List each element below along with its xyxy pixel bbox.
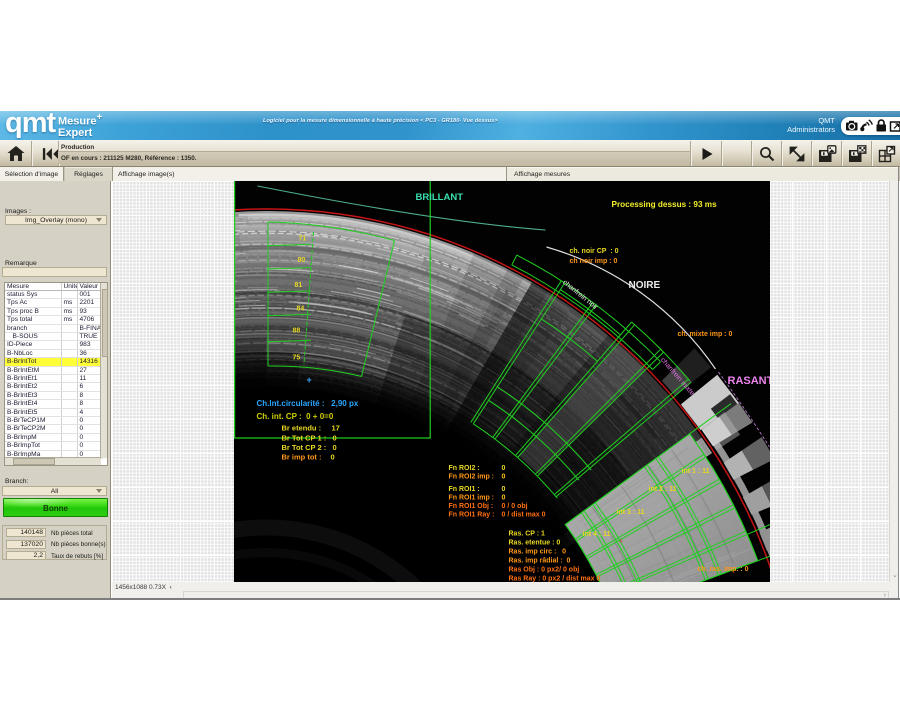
svg-text:Ras Ray : 0 px2 / dist max 0: Ras Ray : 0 px2 / dist max 0 bbox=[508, 576, 600, 583]
svg-text:ch. noir CP : 0: ch. noir CP : 0 bbox=[569, 248, 618, 255]
svg-text:BRILLANT: BRILLANT bbox=[415, 192, 463, 203]
svg-text:Br etendu : 17: Br etendu : 17 bbox=[281, 424, 339, 433]
svg-text:75: 75 bbox=[292, 355, 300, 362]
svg-text:Fn ROI1 Ray :: Fn ROI1 Ray : bbox=[448, 512, 494, 519]
svg-text:0 / dist max 0: 0 / dist max 0 bbox=[501, 512, 545, 519]
svg-text:0: 0 bbox=[501, 495, 505, 502]
svg-text:Ras. imp circ : 0: Ras. imp circ : 0 bbox=[508, 549, 566, 556]
svg-text:71: 71 bbox=[298, 236, 306, 243]
svg-text:Fn ROI2 imp :: Fn ROI2 imp : bbox=[448, 474, 494, 481]
svg-text:+: + bbox=[306, 375, 311, 385]
svg-text:Ras. etentue : 0: Ras. etentue : 0 bbox=[508, 540, 560, 547]
svg-text:88: 88 bbox=[292, 328, 300, 335]
svg-text:Fn ROI1 :: Fn ROI1 : bbox=[448, 486, 479, 493]
svg-text:RASANT: RASANT bbox=[727, 375, 770, 387]
svg-text:ch noir imp : 0: ch noir imp : 0 bbox=[569, 258, 617, 265]
svg-text:0: 0 bbox=[501, 474, 505, 481]
svg-text:NOIRE: NOIRE bbox=[628, 280, 660, 291]
svg-text:Fn ROI1 Obj :: Fn ROI1 Obj : bbox=[448, 503, 493, 510]
svg-text:Ras. imp râdial : 0: Ras. imp râdial : 0 bbox=[508, 558, 570, 565]
svg-text:Ras Obj : 0 px2/ 0 obj: Ras Obj : 0 px2/ 0 obj bbox=[508, 567, 579, 574]
svg-text:Fn ROI1 imp :: Fn ROI1 imp : bbox=[448, 495, 494, 502]
svg-text:int 3 : 11: int 3 : 11 bbox=[616, 509, 644, 516]
svg-text:0 / 0 obj: 0 / 0 obj bbox=[501, 503, 527, 510]
svg-text:int 4 : 11: int 4 : 11 bbox=[582, 531, 610, 538]
svg-text:Br Tot CP 1 : 0: Br Tot CP 1 : 0 bbox=[281, 434, 336, 443]
svg-text:Fn ROI2 :: Fn ROI2 : bbox=[448, 465, 479, 472]
svg-text:4: 4 bbox=[619, 539, 622, 545]
svg-text:Ras. CP : 1: Ras. CP : 1 bbox=[508, 531, 545, 538]
svg-text:81: 81 bbox=[294, 282, 302, 289]
svg-text:80: 80 bbox=[297, 257, 305, 264]
svg-text:0: 0 bbox=[501, 486, 505, 493]
svg-text:ch. mixte imp : 0: ch. mixte imp : 0 bbox=[677, 331, 732, 338]
svg-text:84: 84 bbox=[296, 306, 304, 313]
svg-text:int 2 : 11: int 2 : 11 bbox=[648, 486, 676, 493]
svg-text:Ch. int. CP : 0 + 0=0: Ch. int. CP : 0 + 0=0 bbox=[256, 412, 333, 421]
svg-text:int 1 : 11: int 1 : 11 bbox=[681, 468, 709, 475]
svg-text:0: 0 bbox=[501, 465, 505, 472]
svg-text:Processing dessus : 93 ms: Processing dessus : 93 ms bbox=[611, 200, 717, 209]
svg-text:Br imp tot :: Br imp tot : bbox=[281, 453, 321, 462]
svg-text:Br Tot CP 2 : 0: Br Tot CP 2 : 0 bbox=[281, 443, 336, 452]
svg-text:0: 0 bbox=[330, 453, 334, 462]
svg-text:ch. ras. imp. : 0: ch. ras. imp. : 0 bbox=[697, 566, 748, 573]
svg-text:Ch.Int.circularité : 2,90 px: Ch.Int.circularité : 2,90 px bbox=[256, 399, 358, 408]
